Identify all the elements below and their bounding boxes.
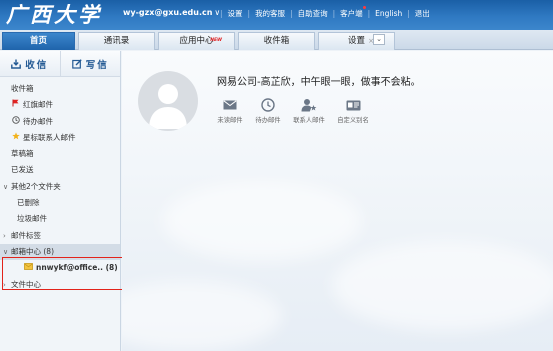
my-support-link[interactable]: 我的客服 — [255, 8, 285, 19]
contact-star-icon — [301, 97, 317, 113]
folder-other-group[interactable]: ∨ 其他2个文件夹 — [0, 179, 120, 195]
clock-icon — [261, 97, 275, 113]
mailbox-nnwykf[interactable]: nnwykf@office.. (8) — [0, 260, 120, 276]
folder-list: 收件箱 红旗邮件 待办邮件 星标联系人邮件 草稿箱 已发送 ∨ 其他2个文件夹 已… — [0, 77, 120, 293]
mailbox-icon — [24, 260, 33, 276]
chevron-down-icon: ∨ — [3, 182, 9, 191]
chevron-right-icon: › — [3, 280, 6, 289]
new-badge: NEW — [210, 38, 222, 43]
file-center-group[interactable]: › 文件中心 — [0, 277, 120, 293]
top-header: 广西大学 wy-gzx@gxu.edu.cn ∨ | 设置 | 我的客服 | 自助… — [0, 0, 553, 30]
receive-button[interactable]: 收信 — [0, 51, 60, 76]
id-card-icon — [346, 97, 361, 113]
main-panel: 网易公司-高芷欣，中午眼一眼，做事不会粘。 未读邮件 待办邮件 联系人邮件 自定… — [122, 51, 553, 351]
sidebar: 收信 写信 收件箱 红旗邮件 待办邮件 星标联系人邮件 草稿箱 已发送 ∨ 其他2… — [0, 51, 121, 351]
folder-labels-group[interactable]: › 邮件标签 — [0, 228, 120, 244]
sidebar-actions: 收信 写信 — [0, 51, 120, 77]
envelope-icon — [223, 97, 237, 113]
account-switcher[interactable]: wy-gzx@gxu.edu.cn ∨ — [123, 8, 220, 17]
clock-icon — [11, 114, 20, 130]
tab-home[interactable]: 首页 — [2, 32, 75, 50]
cloud-decoration — [162, 181, 362, 261]
folder-star-contacts[interactable]: 星标联系人邮件 — [0, 130, 120, 146]
inbox-download-icon — [11, 59, 22, 69]
avatar[interactable] — [138, 71, 198, 131]
tab-dropdown-button[interactable]: ⌄ — [373, 34, 385, 45]
chevron-down-icon: ⌄ — [376, 35, 382, 43]
folder-inbox[interactable]: 收件箱 — [0, 81, 120, 97]
folder-spam[interactable]: 垃圾邮件 — [0, 211, 120, 227]
unread-mail-shortcut[interactable]: 未读邮件 — [214, 97, 246, 124]
folder-flagged[interactable]: 红旗邮件 — [0, 97, 120, 113]
cloud-decoration — [332, 241, 553, 331]
tab-bar: 首页 通讯录 应用中心 NEW 收件箱 设置 × ⌄ — [0, 30, 553, 50]
cloud-decoration — [122, 281, 282, 351]
folder-todo[interactable]: 待办邮件 — [0, 114, 120, 130]
chevron-down-icon: ∨ — [3, 247, 9, 256]
chevron-right-icon: › — [3, 231, 6, 240]
university-logo: 广西大学 — [6, 2, 102, 27]
todo-mail-shortcut[interactable]: 待办邮件 — [252, 97, 284, 124]
notification-dot — [362, 6, 366, 9]
tab-inbox[interactable]: 收件箱 — [238, 32, 315, 50]
flag-icon — [11, 97, 20, 113]
tab-app-center[interactable]: 应用中心 NEW — [158, 32, 235, 50]
tab-contacts[interactable]: 通讯录 — [78, 32, 155, 50]
contact-mail-shortcut[interactable]: 联系人邮件 — [290, 97, 328, 124]
logout-link[interactable]: 退出 — [415, 8, 430, 19]
quick-actions: 未读邮件 待办邮件 联系人邮件 自定义别名 — [214, 97, 378, 124]
star-icon — [11, 130, 20, 146]
folder-sent[interactable]: 已发送 — [0, 162, 120, 178]
default-avatar-icon — [149, 84, 187, 129]
client-link[interactable]: 客户端 — [340, 6, 366, 19]
english-link[interactable]: English — [375, 9, 402, 18]
settings-link[interactable]: 设置 — [228, 8, 243, 19]
compose-icon — [71, 58, 82, 69]
self-service-link[interactable]: 自助查询 — [298, 8, 328, 19]
mailbox-center-group[interactable]: ∨ 邮箱中心 (8) — [0, 243, 120, 261]
account-email: wy-gzx@gxu.edu.cn — [123, 8, 213, 17]
top-links: | 设置 | 我的客服 | 自助查询 | 客户端 | English | 退出 — [215, 6, 430, 19]
folder-drafts[interactable]: 草稿箱 — [0, 146, 120, 162]
compose-button[interactable]: 写信 — [59, 51, 121, 76]
greeting-text: 网易公司-高芷欣，中午眼一眼，做事不会粘。 — [217, 77, 421, 88]
custom-alias-shortcut[interactable]: 自定义别名 — [334, 97, 372, 124]
folder-deleted[interactable]: 已删除 — [0, 195, 120, 211]
